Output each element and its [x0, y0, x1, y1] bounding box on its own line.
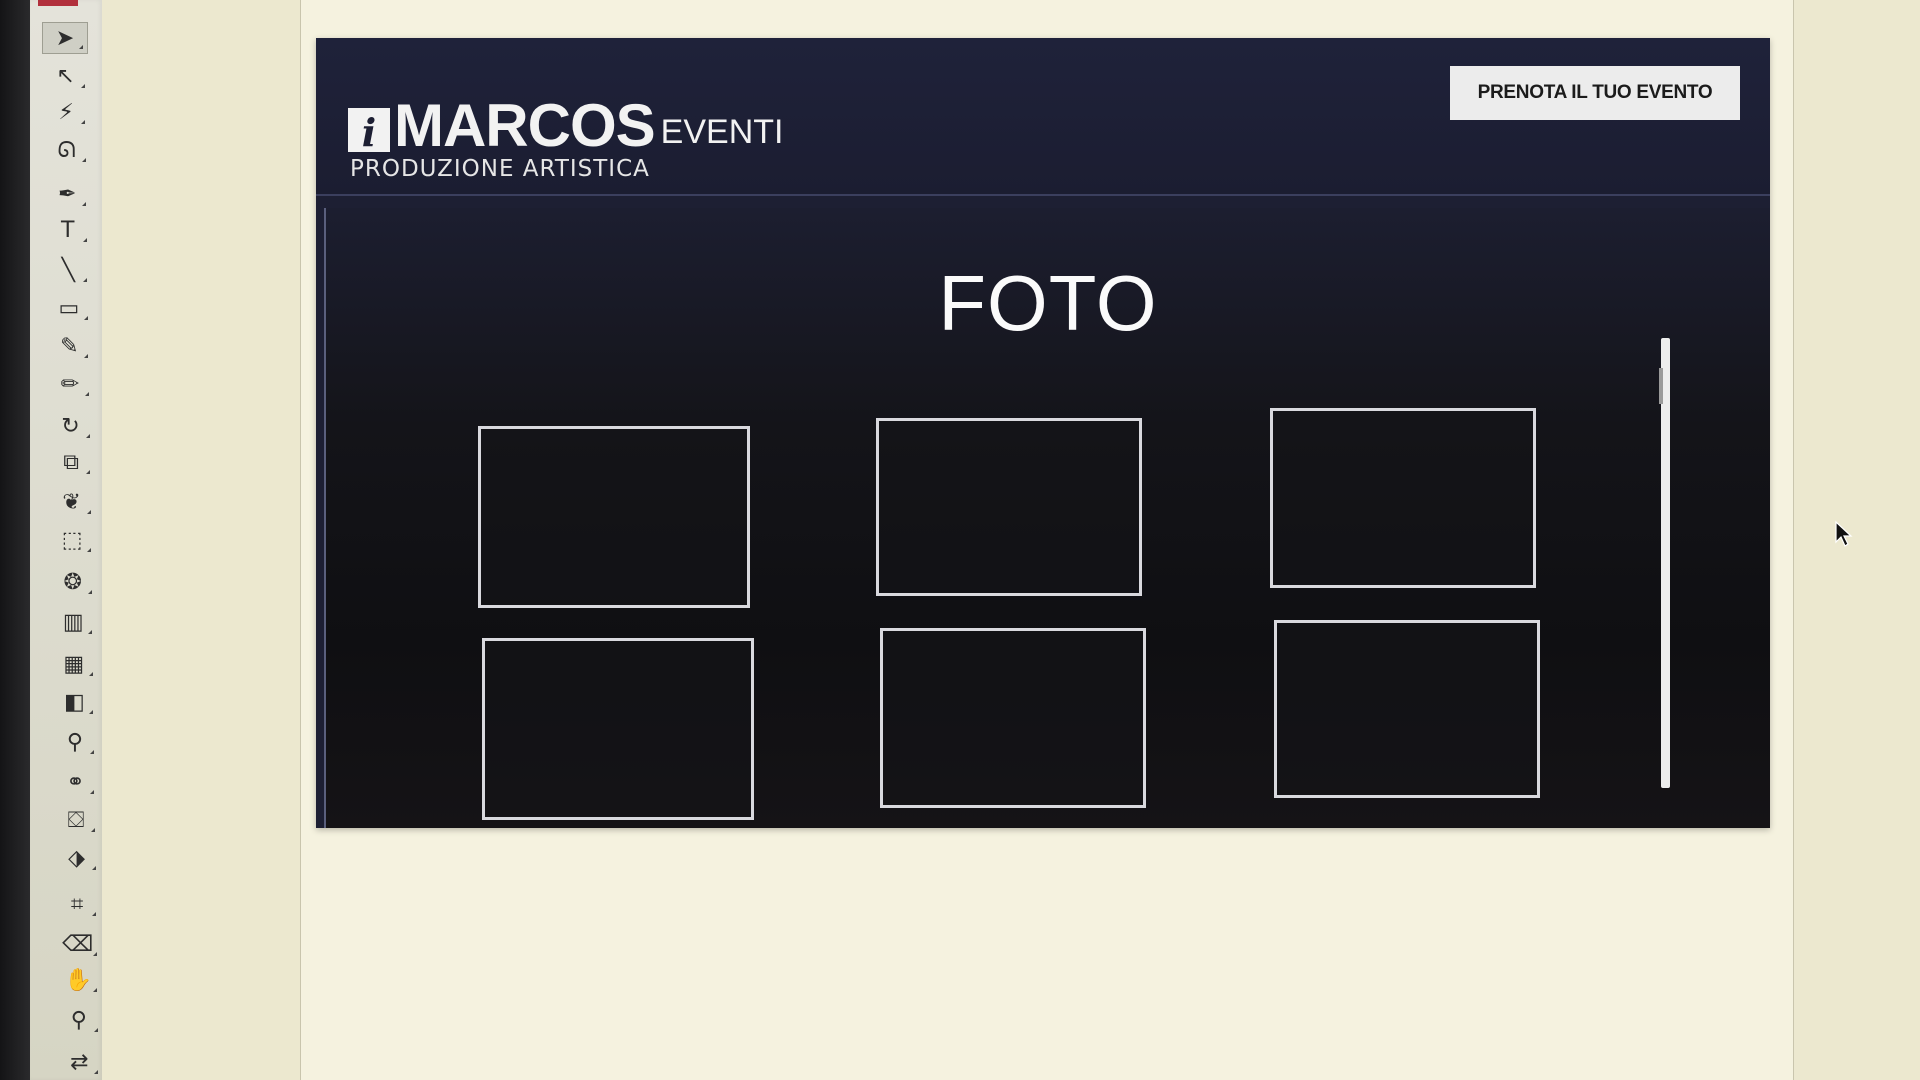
hand-tool-icon[interactable]: ✋	[55, 964, 101, 996]
pen-tool-icon[interactable]: ✒	[44, 178, 90, 210]
tool-flyout-indicator	[82, 202, 87, 206]
photo-placeholder[interactable]	[1270, 408, 1536, 588]
mouse-cursor-icon	[1835, 520, 1853, 547]
tool-flyout-indicator	[86, 470, 91, 474]
blend-tool-icon[interactable]: ⚭	[52, 766, 98, 798]
gallery-scrollbar[interactable]	[1659, 338, 1670, 788]
scrollbar-thumb[interactable]	[1659, 368, 1663, 404]
tool-flyout-indicator	[83, 278, 88, 282]
tool-flyout-indicator	[89, 710, 94, 714]
type-tool-icon[interactable]: T	[45, 214, 91, 246]
eraser-tool-icon[interactable]: ⌫	[55, 928, 101, 960]
tool-flyout-indicator	[89, 750, 94, 754]
site-logo[interactable]: i MARCOS EVENTI PRODUZIONE ARTISTICA	[348, 96, 784, 182]
direct-selection-tool-icon[interactable]: ↖	[43, 60, 89, 92]
tool-flyout-indicator	[94, 1070, 99, 1074]
photo-gallery-section: FOTO	[324, 208, 1770, 828]
logo-suffix: EVENTI	[660, 113, 784, 151]
eyedropper-tool-icon[interactable]: ⚲	[52, 726, 98, 758]
photo-placeholder[interactable]	[478, 426, 750, 608]
lasso-tool-icon[interactable]: ᘏ	[44, 134, 90, 166]
monitor-bezel	[0, 0, 30, 1080]
tools-panel: ➤ ↖ ⚡ ᘏ ✒ T ╲ ▭ ✎ ✏ ↻ ⧉ ❦ ⬚ ❂ ▥ ▦ ◧ ⚲ ⚭ ⛋ ⬗ ⌗ ⌫ ✋ ⚲ ⇄	[30, 0, 103, 1080]
tool-flyout-indicator	[87, 548, 92, 552]
tool-flyout-indicator	[90, 790, 95, 794]
magic-wand-tool-icon[interactable]: ⚡	[43, 96, 89, 128]
tool-flyout-indicator	[87, 590, 92, 594]
zoom-tool-icon[interactable]: ⚲	[56, 1004, 102, 1036]
website-mockup: i MARCOS EVENTI PRODUZIONE ARTISTICA PRENO…	[316, 38, 1770, 828]
gradient-tool-icon[interactable]: ◧	[51, 686, 97, 718]
warp-tool-icon[interactable]: ❦	[49, 486, 95, 518]
photo-placeholder[interactable]	[482, 638, 754, 820]
tool-flyout-indicator	[84, 354, 89, 358]
tool-flyout-indicator	[88, 630, 93, 634]
mesh-tool-icon[interactable]: ▦	[51, 648, 97, 680]
tool-flyout-indicator	[80, 84, 85, 88]
tool-flyout-indicator	[92, 912, 97, 916]
rotate-tool-icon[interactable]: ↻	[48, 410, 94, 442]
page-title: FOTO	[938, 259, 1158, 347]
symbol-sprayer-tool-icon[interactable]: ❂	[50, 566, 96, 598]
tool-flyout-indicator	[91, 866, 96, 870]
graph-tool-icon[interactable]: ▥	[50, 606, 96, 638]
tool-flyout-indicator	[79, 45, 83, 49]
tool-flyout-indicator	[91, 828, 95, 832]
photo-placeholder[interactable]	[1274, 620, 1540, 798]
tool-flyout-indicator	[82, 238, 87, 242]
live-paint-tool-icon[interactable]: ⛋	[53, 804, 99, 836]
selection-tool-icon[interactable]: ➤	[42, 22, 88, 54]
paintbrush-tool-icon[interactable]: ✎	[46, 330, 92, 362]
logo-tagline: PRODUZIONE ARTISTICA	[350, 156, 650, 182]
line-tool-icon[interactable]: ╲	[45, 254, 91, 286]
live-paint-selection-tool-icon[interactable]: ⬗	[54, 842, 100, 874]
scale-tool-icon[interactable]: ⧉	[48, 446, 94, 478]
tool-flyout-indicator	[84, 392, 89, 396]
tool-flyout-indicator	[86, 510, 91, 514]
slice-tool-icon[interactable]: ⌗	[54, 888, 100, 920]
panel-grip	[38, 0, 78, 6]
tool-flyout-indicator	[88, 672, 93, 676]
photo-placeholder[interactable]	[880, 628, 1146, 808]
free-transform-tool-icon[interactable]: ⬚	[49, 524, 95, 556]
tool-flyout-indicator	[93, 1028, 98, 1032]
site-header: i MARCOS EVENTI PRODUZIONE ARTISTICA PRENO…	[316, 38, 1770, 196]
book-event-button[interactable]: PRENOTA IL TUO EVENTO	[1450, 66, 1740, 120]
tool-flyout-indicator	[81, 158, 86, 162]
tool-flyout-indicator	[83, 316, 88, 320]
tool-flyout-indicator	[85, 434, 90, 438]
photo-placeholder[interactable]	[876, 418, 1142, 596]
logo-name: MARCOS	[394, 92, 656, 159]
tool-flyout-indicator	[93, 988, 98, 992]
logo-mark: i	[348, 108, 390, 155]
pencil-tool-icon[interactable]: ✏	[47, 368, 93, 400]
swap-fill-stroke-icon[interactable]: ⇄	[56, 1046, 102, 1078]
rectangle-tool-icon[interactable]: ▭	[46, 292, 92, 324]
tool-flyout-indicator	[92, 952, 97, 956]
tool-flyout-indicator	[81, 120, 86, 124]
